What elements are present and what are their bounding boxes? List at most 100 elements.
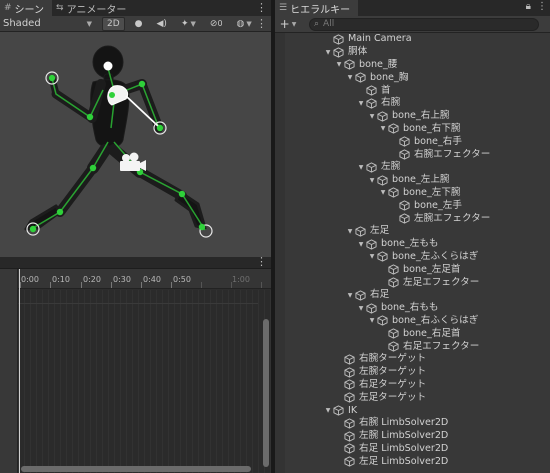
hierarchy-item-label: 右腕エフェクター bbox=[414, 148, 491, 160]
hierarchy-item[interactable]: 左腕 LimbSolver2D bbox=[275, 430, 550, 443]
expand-arrow-icon[interactable]: ▼ bbox=[378, 125, 388, 132]
expand-arrow-icon[interactable]: ▼ bbox=[356, 241, 366, 248]
expand-arrow-icon[interactable]: ▼ bbox=[334, 61, 344, 68]
timeline-ruler[interactable]: 0:00 0:10 0:20 0:30 0:40 0:50 1:00 bbox=[18, 269, 271, 289]
hierarchy-item[interactable]: ▼ bone_左上腕 bbox=[275, 174, 550, 187]
animator-icon: ⇆ bbox=[56, 3, 64, 13]
gameobject-cube-icon bbox=[355, 226, 370, 237]
hierarchy-item-label: 左腕エフェクター bbox=[414, 212, 491, 224]
hierarchy-item[interactable]: ▼ bone_左もも bbox=[275, 238, 550, 251]
hierarchy-item[interactable]: ▼ bone_腰 bbox=[275, 59, 550, 72]
lock-icon[interactable]: 🔒︎ bbox=[526, 1, 531, 12]
hierarchy-item[interactable]: ▼ bone_右ふくらはぎ bbox=[275, 315, 550, 328]
head-bone-gizmo[interactable] bbox=[103, 61, 113, 71]
hierarchy-item[interactable]: 左腕エフェクター bbox=[275, 212, 550, 225]
hierarchy-item[interactable]: 左足ターゲット bbox=[275, 391, 550, 404]
hierarchy-item[interactable]: ▼ bone_右下腕 bbox=[275, 123, 550, 136]
hierarchy-item[interactable]: 首 bbox=[275, 84, 550, 97]
expand-arrow-icon[interactable]: ▼ bbox=[345, 292, 355, 299]
hierarchy-item[interactable]: ▼ bone_左下腕 bbox=[275, 187, 550, 200]
camera-gizmo-icon[interactable] bbox=[120, 152, 146, 172]
lighting-toggle-button[interactable]: ● bbox=[131, 17, 147, 31]
hidden-objects-toggle-button[interactable]: ⊘ 0 bbox=[206, 17, 227, 31]
hierarchy-item-label: bone_左上腕 bbox=[392, 174, 450, 186]
ruler-label: 0:20 bbox=[83, 275, 101, 284]
hierarchy-item[interactable]: 左腕ターゲット bbox=[275, 366, 550, 379]
tab-hierarchy-label: ヒエラルキー bbox=[290, 4, 351, 16]
ruler-label: 0:40 bbox=[143, 275, 161, 284]
hierarchy-item[interactable]: ▼ bone_左ふくらはぎ bbox=[275, 251, 550, 264]
hierarchy-item[interactable]: ▼ IK bbox=[275, 404, 550, 417]
audio-toggle-button[interactable]: ◀) bbox=[153, 17, 171, 31]
gizmos-toggle-button[interactable]: ◍ ▼ bbox=[233, 17, 256, 31]
gameobject-cube-icon bbox=[388, 341, 403, 352]
tab-scene[interactable]: # シーン bbox=[0, 0, 53, 16]
gameobject-cube-icon bbox=[344, 418, 359, 429]
scene-menu-icon[interactable]: ⋮ bbox=[256, 1, 267, 15]
gameobject-cube-icon bbox=[388, 328, 403, 339]
expand-arrow-icon[interactable]: ▼ bbox=[367, 253, 377, 260]
hierarchy-item[interactable]: 右足エフェクター bbox=[275, 340, 550, 353]
create-button[interactable]: + ▼ bbox=[275, 17, 301, 31]
expand-arrow-icon[interactable]: ▼ bbox=[345, 74, 355, 81]
hierarchy-item-label: 左腕 LimbSolver2D bbox=[359, 430, 449, 442]
shading-mode-dropdown[interactable]: Shaded ▼ bbox=[0, 18, 92, 29]
expand-arrow-icon[interactable]: ▼ bbox=[378, 189, 388, 196]
hierarchy-item-label: bone_右ふくらはぎ bbox=[392, 314, 479, 326]
hierarchy-item[interactable]: 右腕エフェクター bbox=[275, 148, 550, 161]
hierarchy-item-label: 右足ターゲット bbox=[359, 378, 427, 390]
tab-hierarchy[interactable]: ☰ ヒエラルキー bbox=[275, 0, 359, 16]
hierarchy-item[interactable]: ▼ 左足 bbox=[275, 225, 550, 238]
expand-arrow-icon[interactable]: ▼ bbox=[345, 228, 355, 235]
hierarchy-item[interactable]: ▼ bone_右上腕 bbox=[275, 110, 550, 123]
character-viewport[interactable] bbox=[0, 32, 271, 257]
gameobject-cube-icon bbox=[388, 123, 403, 135]
hierarchy-item[interactable]: ▼ 左腕 bbox=[275, 161, 550, 174]
expand-arrow-icon[interactable]: ▼ bbox=[367, 317, 377, 324]
expand-arrow-icon[interactable]: ▼ bbox=[356, 305, 366, 312]
expand-arrow-icon[interactable]: ▼ bbox=[323, 407, 333, 414]
hierarchy-item-label: Main Camera bbox=[348, 33, 412, 45]
animation-menu-icon[interactable]: ⋮ bbox=[256, 257, 267, 269]
hierarchy-item[interactable]: bone_左手 bbox=[275, 199, 550, 212]
hierarchy-item[interactable]: ▼ 胴体 bbox=[275, 46, 550, 59]
hierarchy-item[interactable]: 右腕 LimbSolver2D bbox=[275, 417, 550, 430]
scene-toolbar-menu-icon[interactable]: ⋮ bbox=[256, 17, 267, 31]
hierarchy-item[interactable]: bone_右手 bbox=[275, 135, 550, 148]
hierarchy-item-label: bone_左足首 bbox=[403, 263, 461, 275]
hierarchy-item[interactable]: bone_右足首 bbox=[275, 327, 550, 340]
hierarchy-search[interactable]: ⌕ bbox=[309, 17, 539, 31]
hierarchy-item[interactable]: 右足ターゲット bbox=[275, 379, 550, 392]
hierarchy-item-label: 左腕ターゲット bbox=[359, 366, 427, 378]
expand-arrow-icon[interactable]: ▼ bbox=[367, 113, 377, 120]
search-input[interactable] bbox=[323, 19, 524, 29]
gameobject-cube-icon bbox=[399, 213, 414, 224]
hierarchy-item[interactable]: ▼ bone_胸 bbox=[275, 71, 550, 84]
timeline-playhead[interactable] bbox=[19, 269, 20, 473]
hierarchy-menu-icon[interactable]: ⋮ bbox=[537, 1, 547, 12]
expand-arrow-icon[interactable]: ▼ bbox=[356, 100, 366, 107]
expand-arrow-icon[interactable]: ▼ bbox=[323, 49, 333, 56]
hierarchy-item[interactable]: ▼ bone_右もも bbox=[275, 302, 550, 315]
hierarchy-item[interactable]: ▼ 右足 bbox=[275, 289, 550, 302]
hierarchy-item[interactable]: 左足 LimbSolver2D bbox=[275, 455, 550, 468]
hash-icon: # bbox=[4, 3, 12, 13]
hierarchy-item[interactable]: 右腕ターゲット bbox=[275, 353, 550, 366]
dopesheet-track-area[interactable] bbox=[18, 290, 271, 473]
chevron-down-icon: ▼ bbox=[190, 19, 196, 28]
2d-toggle-button[interactable]: 2D bbox=[102, 16, 125, 31]
hierarchy-item[interactable]: bone_左足首 bbox=[275, 263, 550, 276]
hierarchy-item[interactable]: ▼ 右腕 bbox=[275, 97, 550, 110]
gameobject-cube-icon bbox=[388, 187, 403, 199]
hierarchy-item[interactable]: 右足 LimbSolver2D bbox=[275, 443, 550, 456]
expand-arrow-icon[interactable]: ▼ bbox=[356, 164, 366, 171]
hierarchy-item[interactable]: Main Camera bbox=[275, 33, 550, 46]
hierarchy-item[interactable]: 左足エフェクター bbox=[275, 276, 550, 289]
horizontal-scrollbar[interactable] bbox=[21, 466, 251, 472]
hierarchy-item-label: 右腕ターゲット bbox=[359, 353, 427, 365]
gameobject-cube-icon bbox=[377, 315, 392, 327]
effects-toggle-button[interactable]: ✦ ▼ bbox=[177, 17, 200, 31]
expand-arrow-icon[interactable]: ▼ bbox=[367, 177, 377, 184]
vertical-scrollbar[interactable] bbox=[263, 319, 269, 467]
tab-animator[interactable]: ⇆ アニメーター bbox=[52, 0, 134, 16]
